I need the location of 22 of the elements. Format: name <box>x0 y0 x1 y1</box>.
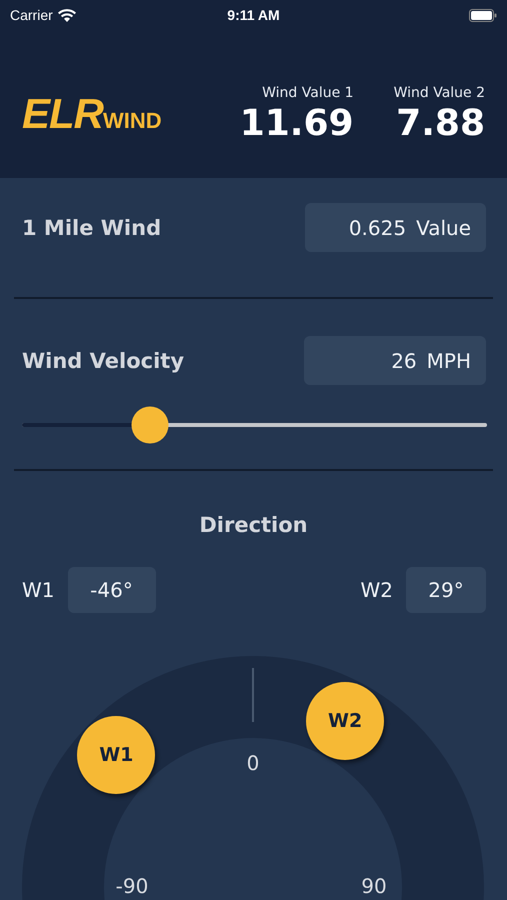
direction-label: W2 <box>360 578 393 602</box>
battery-icon <box>469 8 497 22</box>
readout-label: Wind Value 1 <box>262 84 354 100</box>
clock-time: 9:11 AM <box>227 7 280 23</box>
velocity-field[interactable]: 26 MPH <box>304 336 486 385</box>
mile-wind-label: 1 Mile Wind <box>22 216 162 240</box>
carrier-name: Carrier <box>10 7 53 23</box>
readout-label: Wind Value 2 <box>394 84 485 100</box>
app-logo: ELRWIND <box>22 90 163 138</box>
direction-field[interactable]: -46° <box>68 567 156 613</box>
direction-field[interactable]: 29° <box>406 567 486 613</box>
direction-title: Direction <box>198 513 309 537</box>
mile-wind-field[interactable]: 0.625 Value <box>305 203 486 252</box>
direction-label: W1 <box>22 578 54 602</box>
dial-label: 0 <box>246 751 260 776</box>
readout-value: 7.88 <box>396 102 485 144</box>
readout-value: 11.69 <box>240 102 354 144</box>
velocity-label: Wind Velocity <box>22 348 184 372</box>
dial-label: 90 <box>361 874 387 898</box>
slider-thumb[interactable] <box>131 406 168 444</box>
wifi-icon <box>58 8 76 22</box>
dial-label: -90 <box>116 874 148 898</box>
